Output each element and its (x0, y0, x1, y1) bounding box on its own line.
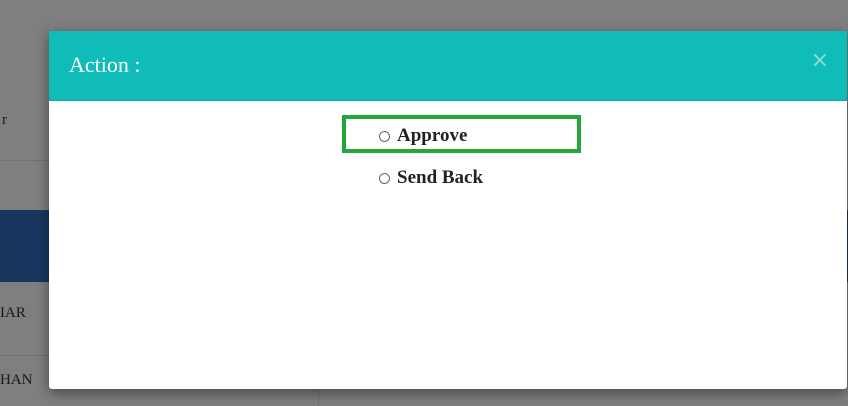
close-icon[interactable]: × (811, 48, 829, 73)
action-modal: Action : × Approve Send Back (49, 31, 847, 389)
approve-highlight-box (342, 115, 581, 153)
send-back-option[interactable]: Send Back (379, 165, 483, 191)
modal-title: Action : (69, 52, 141, 77)
modal-header: Action : × (49, 31, 847, 101)
send-back-label: Send Back (397, 167, 484, 188)
send-back-radio[interactable] (379, 172, 390, 184)
